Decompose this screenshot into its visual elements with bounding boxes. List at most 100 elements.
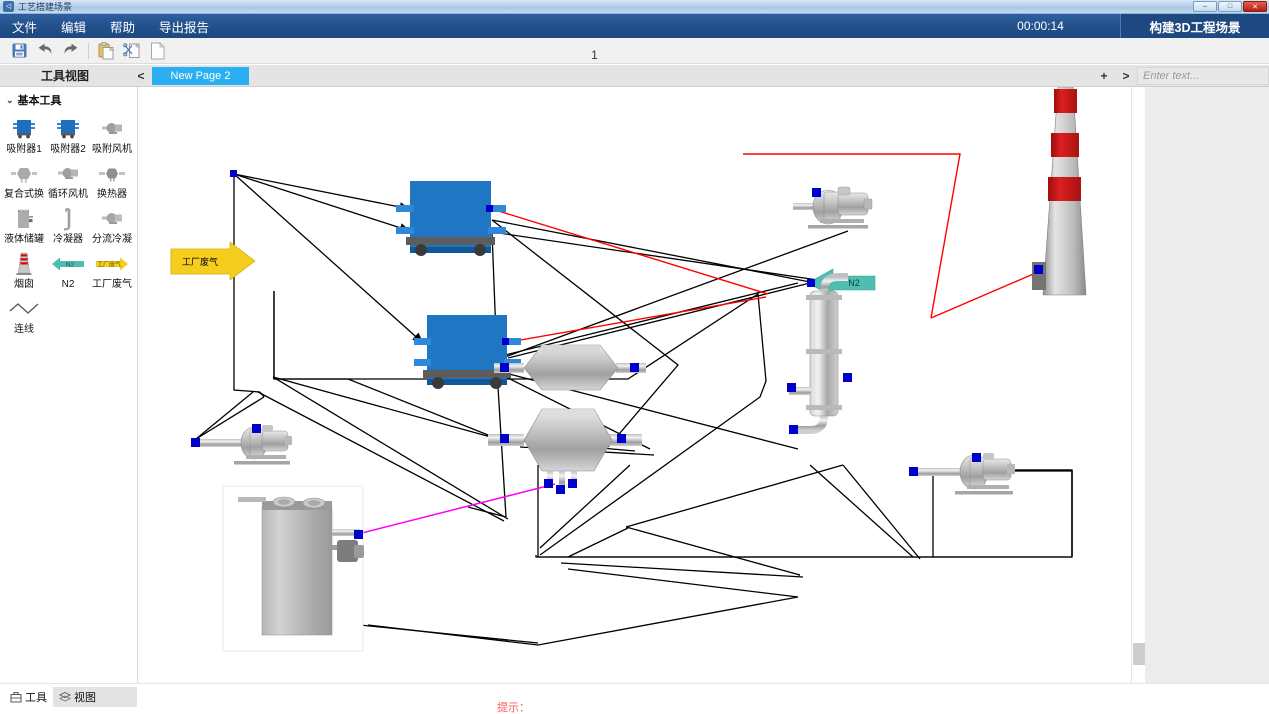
redo-icon[interactable] [58,39,84,63]
factory-exhaust-label: 工厂废气 [182,256,218,267]
chimney-node[interactable] [1032,87,1087,296]
tool-label: 吸附器2 [50,144,86,155]
status-tab-view[interactable]: 视图 [53,687,137,707]
tool-label: 分流冷凝 [92,234,132,245]
adsorption-fan-icon [95,116,129,142]
tool-label: 复合式换 [4,189,44,200]
next-page-button[interactable]: > [1115,69,1137,83]
tool-adsorber-2[interactable]: 吸附器2 [46,112,90,157]
tool-view-label: 工具视图 [40,69,89,83]
circulation-fan-icon [51,161,85,187]
diagram-svg[interactable]: 工厂废气 N2 [138,87,1131,683]
tool-n2[interactable]: N2 N2 [46,247,90,292]
liquid-tank-node[interactable] [222,485,364,652]
factory-exhaust-node[interactable]: 工厂废气 [170,170,256,281]
session-timer: 00:00:14 [961,14,1121,38]
page-number-input[interactable] [492,48,697,64]
status-tab-label: 视图 [74,692,96,704]
heat-exchanger-icon [95,161,129,187]
tool-factory-exhaust[interactable]: 工厂废气 工厂废气 [90,247,134,292]
scrollbar-thumb[interactable] [1133,643,1145,665]
add-page-button[interactable]: + [1093,69,1115,83]
split-condenser-icon [95,206,129,232]
chimney-icon [7,251,41,277]
toolbar-separator [88,42,89,59]
tool-label: 连线 [14,324,34,335]
status-bar-tabs: 工具 视图 [4,687,137,707]
close-button[interactable]: ✕ [1243,1,1267,12]
tool-condenser[interactable]: 冷凝器 [46,202,90,247]
canvas-vertical-scrollbar[interactable] [1131,87,1145,683]
tool-label: 冷凝器 [53,234,83,245]
tool-connector[interactable]: 连线 [2,292,46,337]
composite-exchanger-icon [7,161,41,187]
new-page-icon[interactable] [145,39,171,63]
maximize-button[interactable]: □ [1218,1,1242,12]
undo-icon[interactable] [32,39,58,63]
tab-strip: 工具视图 < New Page 2 + > Enter text... [0,65,1269,87]
adsorber-2-node[interactable] [414,315,521,389]
adsorber-2-icon [51,116,85,142]
tool-grid: 吸附器1 吸附器2 吸附风机 复合式换 循环风机 换热器 液体储罐 冷凝器 分流… [0,112,137,337]
svg-text:N2: N2 [66,262,75,269]
tool-adsorber-1[interactable]: 吸附器1 [2,112,46,157]
tool-circulation-fan[interactable]: 循环风机 [46,157,90,202]
tool-label: 吸附风机 [92,144,132,155]
minimize-button[interactable]: – [1193,1,1217,12]
right-properties-panel[interactable] [1145,87,1269,683]
page-number-container [492,38,697,64]
tool-label: 换热器 [97,189,127,200]
condenser-node[interactable] [787,273,852,434]
basic-tools-group-header[interactable]: ⌄ 基本工具 [0,87,137,112]
adsorber-1-node[interactable] [396,181,506,256]
n2-label: N2 [848,278,860,288]
tool-adsorption-fan[interactable]: 吸附风机 [90,112,134,157]
status-bar: 工具 视图 [0,683,1269,714]
collapse-panel-button[interactable]: < [130,69,152,83]
adsorption-fan-node[interactable] [793,186,873,229]
connection-line-magenta [357,483,556,535]
connector-line-icon [7,296,41,322]
tool-split-condenser[interactable]: 分流冷凝 [90,202,134,247]
title-bar: ◁ 工艺搭建场景 – □ ✕ [0,0,1269,14]
status-tab-tools[interactable]: 工具 [4,687,53,707]
menu-export-report[interactable]: 导出报告 [147,14,221,38]
paste-icon[interactable] [93,39,119,63]
text-input-field[interactable]: Enter text... [1137,66,1269,85]
page-tab-new-page-2[interactable]: New Page 2 [152,66,249,85]
tools-icon [10,692,22,703]
routing-polylines [273,291,1073,558]
window-controls: – □ ✕ [1193,1,1267,12]
tool-label: 吸附器1 [6,144,42,155]
process-diagram-canvas[interactable]: 工厂废气 N2 [138,87,1131,683]
tool-sidebar: ⌄ 基本工具 吸附器1 吸附器2 吸附风机 复合式换 循环风机 换热器 液体储罐… [0,87,138,683]
tool-label: 液体储罐 [4,234,44,245]
window-title: 工艺搭建场景 [18,2,73,12]
tool-heat-exchanger[interactable]: 换热器 [90,157,134,202]
tool-label: 循环风机 [48,189,88,200]
menu-help[interactable]: 帮助 [98,14,147,38]
layers-icon [59,691,71,702]
application-window: ◁ 工艺搭建场景 – □ ✕ 文件 编辑 帮助 导出报告 00:00:14 构建… [0,0,1269,714]
save-icon[interactable] [6,39,32,63]
chevron-down-icon: ⌄ [6,94,14,105]
menu-edit[interactable]: 编辑 [49,14,98,38]
menu-file[interactable]: 文件 [0,14,49,38]
status-tab-label: 工具 [25,692,47,704]
condenser-icon [51,206,85,232]
svg-text:工厂废气: 工厂废气 [97,260,121,268]
tool-label: 烟囱 [14,279,34,290]
menu-bar: 文件 编辑 帮助 导出报告 00:00:14 构建3D工程场景 [0,14,1269,38]
tool-chimney[interactable]: 烟囱 [2,247,46,292]
tool-composite-exchanger[interactable]: 复合式换 [2,157,46,202]
tool-label: 工厂废气 [92,279,132,290]
liquid-tank-icon [7,206,41,232]
composite-exchanger-node[interactable] [488,408,642,494]
tool-liquid-tank[interactable]: 液体储罐 [2,202,46,247]
basic-tools-label: 基本工具 [17,95,62,107]
n2-arrow-icon: N2 [51,251,85,277]
cut-icon[interactable] [119,39,145,63]
tool-label: N2 [61,279,75,290]
circulation-fan-node-right[interactable] [909,453,1015,495]
build-3d-scene-button[interactable]: 构建3D工程场景 [1121,14,1269,38]
